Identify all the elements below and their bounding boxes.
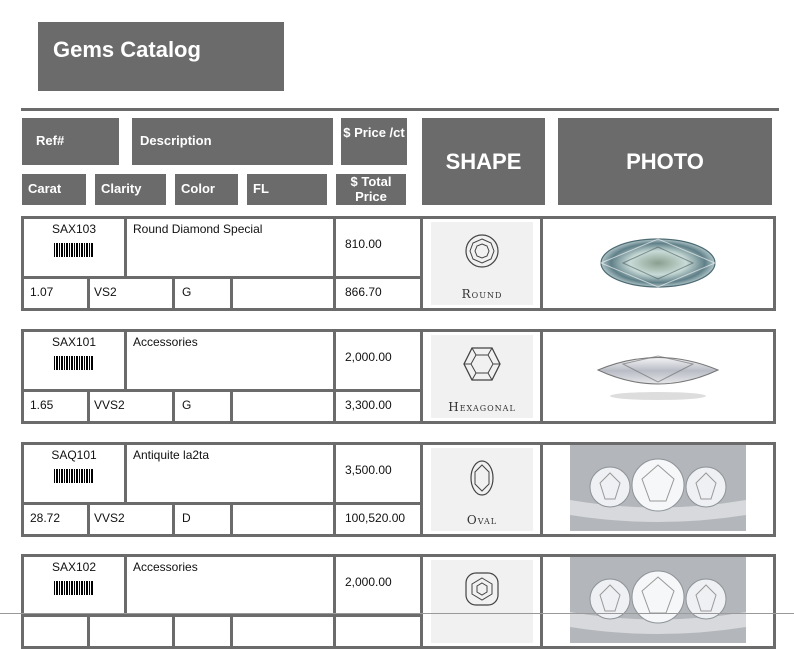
item-fl bbox=[230, 502, 336, 537]
item-photo bbox=[540, 329, 776, 424]
item-carat bbox=[21, 614, 90, 649]
item-shape-cell: Round bbox=[420, 216, 543, 311]
item-color: D bbox=[172, 502, 233, 537]
oval-diamond-photo bbox=[593, 227, 723, 300]
header-total-price: $ Total Price bbox=[336, 174, 406, 205]
item-description: Accessories bbox=[124, 554, 336, 617]
item-clarity: VS2 bbox=[87, 276, 175, 311]
item-ref: SAQ101 bbox=[51, 448, 97, 462]
item-shape-cell: Hexagonal bbox=[420, 329, 543, 424]
item-carat: 28.72 bbox=[21, 502, 90, 537]
item-description: Antiquite la2ta bbox=[124, 442, 336, 505]
cushion-diamond-icon bbox=[463, 570, 501, 611]
item-description: Round Diamond Special bbox=[124, 216, 336, 279]
item-clarity bbox=[87, 614, 175, 649]
item-shape-cell: Oval bbox=[420, 442, 543, 537]
barcode-icon bbox=[54, 469, 94, 483]
header-clarity: Clarity bbox=[95, 174, 166, 205]
item-fl bbox=[230, 614, 336, 649]
item-fl bbox=[230, 276, 336, 311]
item-ref: SAX102 bbox=[51, 560, 97, 574]
item-shape-label: Hexagonal bbox=[448, 400, 516, 414]
item-description: Accessories bbox=[124, 329, 336, 392]
header-color: Color bbox=[175, 174, 238, 205]
item-total-price: 100,520.00 bbox=[333, 502, 423, 537]
header-shape: SHAPE bbox=[422, 118, 545, 205]
item-price-ct: 2,000.00 bbox=[333, 329, 423, 392]
barcode-icon bbox=[54, 243, 94, 257]
item-price-ct: 810.00 bbox=[333, 216, 423, 279]
item-price-ct: 2,000.00 bbox=[333, 554, 423, 617]
three-stone-ring-photo bbox=[570, 445, 746, 534]
barcode-icon bbox=[54, 581, 94, 595]
item-photo bbox=[540, 554, 776, 649]
item-ref-cell: SAX102 bbox=[21, 554, 127, 617]
marquise-diamond-photo bbox=[593, 340, 723, 413]
item-clarity: VVS2 bbox=[87, 502, 175, 537]
barcode-icon bbox=[54, 356, 94, 370]
item-ref-cell: SAQ101 bbox=[21, 442, 127, 505]
item-shape-cell bbox=[420, 554, 543, 649]
item-color bbox=[172, 614, 233, 649]
header-ref: Ref# bbox=[22, 118, 119, 165]
item-shape-label: Oval bbox=[466, 513, 498, 527]
item-shape-label: Round bbox=[461, 287, 503, 301]
header-fl: FL bbox=[247, 174, 327, 205]
item-total-price bbox=[333, 614, 423, 649]
item-carat: 1.65 bbox=[21, 389, 90, 424]
item-color: G bbox=[172, 389, 233, 424]
item-carat: 1.07 bbox=[21, 276, 90, 311]
header-divider bbox=[21, 108, 779, 111]
item-photo bbox=[540, 442, 776, 537]
item-color: G bbox=[172, 276, 233, 311]
hexagonal-diamond-icon bbox=[462, 345, 502, 386]
page-bottom-line bbox=[0, 613, 794, 614]
item-ref-cell: SAX101 bbox=[21, 329, 127, 392]
item-total-price: 3,300.00 bbox=[333, 389, 423, 424]
item-ref: SAX101 bbox=[51, 335, 97, 349]
round-diamond-icon bbox=[463, 232, 501, 273]
header-description: Description bbox=[132, 118, 333, 165]
three-stone-ring-photo bbox=[570, 557, 746, 646]
header-price-ct: $ Price /ct bbox=[341, 118, 407, 165]
oval-diamond-icon bbox=[468, 458, 496, 501]
header-carat: Carat bbox=[22, 174, 86, 205]
item-ref: SAX103 bbox=[51, 222, 97, 236]
item-clarity: VVS2 bbox=[87, 389, 175, 424]
catalog-title: Gems Catalog bbox=[38, 22, 284, 91]
item-price-ct: 3,500.00 bbox=[333, 442, 423, 505]
item-fl bbox=[230, 389, 336, 424]
item-total-price: 866.70 bbox=[333, 276, 423, 311]
item-ref-cell: SAX103 bbox=[21, 216, 127, 279]
header-photo: PHOTO bbox=[558, 118, 772, 205]
item-photo bbox=[540, 216, 776, 311]
